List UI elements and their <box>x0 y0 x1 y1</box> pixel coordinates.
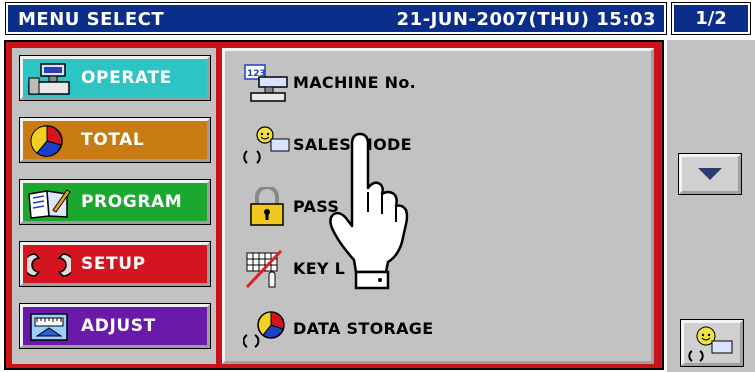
side-column <box>667 40 755 372</box>
key-lock-item[interactable]: KEY L <box>243 249 643 289</box>
total-label: TOTAL <box>81 130 145 150</box>
datetime-display: 21-JUN-2007(THU) 15:03 <box>396 9 656 30</box>
adjust-button[interactable]: ADJUST <box>20 304 210 348</box>
operate-button[interactable]: OPERATE <box>20 56 210 100</box>
program-button[interactable]: PROGRAM <box>20 180 210 224</box>
pie-chart-icon <box>30 125 63 157</box>
book-pencil-icon <box>28 189 71 219</box>
data-storage-item[interactable]: DATA STORAGE <box>243 309 643 349</box>
title-bar: MENU SELECT 21-JUN-2007(THU) 15:03 1/2 <box>0 0 755 38</box>
screen-title: MENU SELECT <box>18 9 165 30</box>
submenu-panel: 123 MACHINE No. SALES MODE PASS KEY L DA… <box>222 48 654 364</box>
key-lock-icon <box>245 249 283 289</box>
scroll-down-button[interactable] <box>679 154 741 194</box>
down-arrow-icon <box>698 168 722 180</box>
page-indicator: 1/2 <box>672 3 750 34</box>
program-label: PROGRAM <box>81 192 183 212</box>
calibration-icon <box>30 313 68 341</box>
wrench-icon <box>27 253 71 277</box>
setup-button[interactable]: SETUP <box>20 242 210 286</box>
data-storage-label: DATA STORAGE <box>293 319 434 338</box>
machine-number-icon: 123 <box>244 64 288 102</box>
adjust-label: ADJUST <box>81 316 156 336</box>
operate-label: OPERATE <box>81 68 172 88</box>
operator-help-button[interactable] <box>681 320 743 366</box>
title-box: MENU SELECT 21-JUN-2007(THU) 15:03 <box>6 3 666 34</box>
password-item[interactable]: PASS <box>243 187 643 227</box>
total-button[interactable]: TOTAL <box>20 118 210 162</box>
pointing-hand-icon <box>329 132 409 290</box>
machine-number-item[interactable]: 123 MACHINE No. <box>243 63 643 103</box>
category-panel: OPERATE TOTAL PROGRAM SETUP ADJUST <box>12 48 216 364</box>
scale-icon <box>28 63 70 95</box>
sales-mode-item[interactable]: SALES MODE <box>243 125 643 165</box>
padlock-icon <box>250 187 284 226</box>
machine-number-label: MACHINE No. <box>293 73 417 92</box>
sales-mode-icon <box>243 126 290 164</box>
setup-label: SETUP <box>81 254 146 274</box>
operator-help-icon <box>688 326 733 362</box>
data-storage-icon <box>243 311 285 348</box>
